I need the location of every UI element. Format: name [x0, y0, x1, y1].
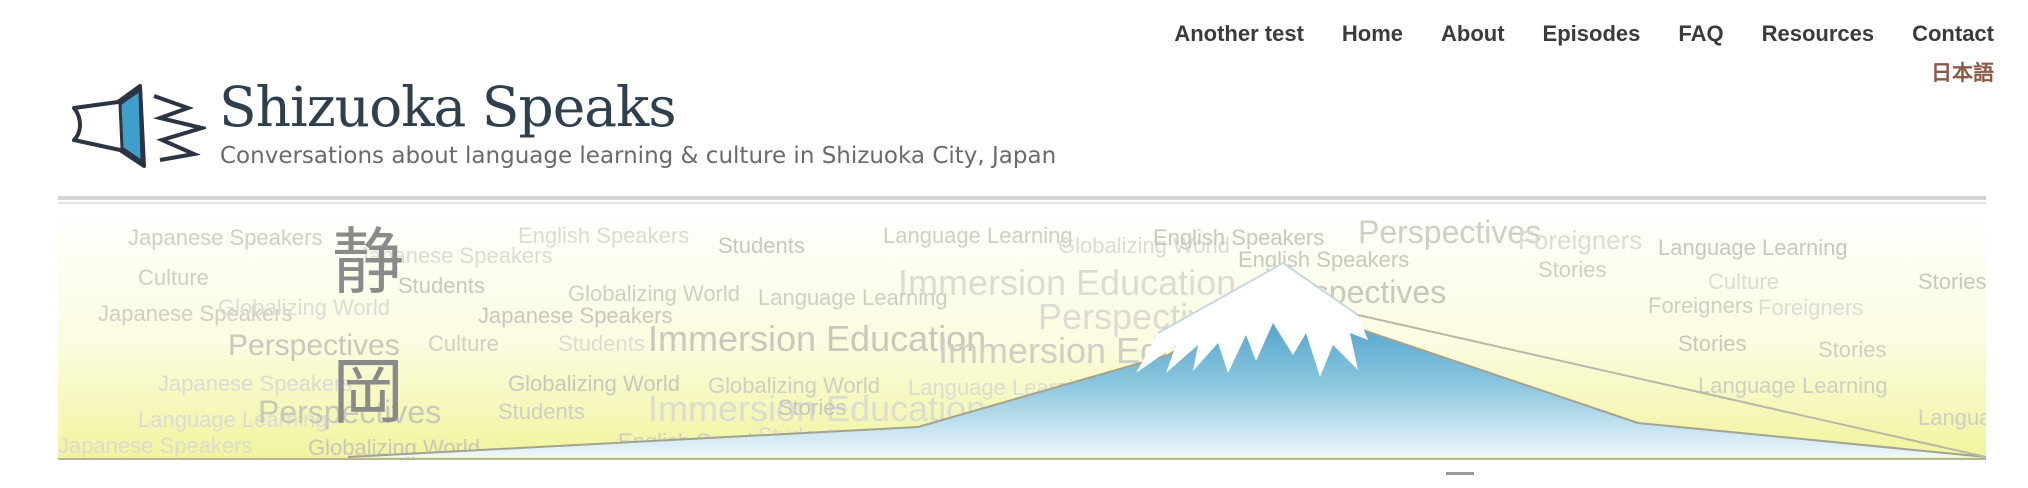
language-switch-link[interactable]: 日本語: [1931, 57, 1994, 87]
banner-word: Students: [398, 273, 485, 298]
nav-item-about[interactable]: About: [1441, 18, 1505, 50]
banner-word: Language Learning: [1698, 373, 1888, 398]
banner-word: Students: [558, 331, 645, 356]
banner-word: Immersion Education: [648, 318, 986, 359]
banner-word: Language Learning: [1918, 405, 1986, 430]
banner-kanji-1: 静: [332, 220, 404, 304]
banner-word: Stories: [1678, 331, 1746, 356]
banner-word: Language Learning: [883, 223, 1073, 248]
banner-word: Japanese Speakers: [158, 371, 352, 396]
header-divider-secondary: [58, 202, 1986, 204]
banner-word: Culture: [138, 265, 209, 290]
scroll-indicator: [1446, 472, 1474, 475]
nav-item-home[interactable]: Home: [1342, 18, 1403, 50]
header-banner: Japanese Speakers English Speakers Student…: [58, 205, 1986, 460]
banner-word: Foreigners: [1648, 293, 1753, 318]
banner-word: Foreigners: [1518, 225, 1642, 255]
banner-word: Japanese Speakers: [58, 433, 252, 458]
banner-word: Stories: [1918, 269, 1986, 294]
header-divider: [58, 196, 1986, 200]
banner-word: English Speakers: [1238, 247, 1409, 272]
nav-item-another-test[interactable]: Another test: [1174, 18, 1304, 50]
site-tagline: Conversations about language learning & …: [220, 143, 1057, 169]
nav-item-episodes[interactable]: Episodes: [1543, 18, 1641, 50]
banner-word: Language Learning: [1658, 235, 1848, 260]
main-nav: Another test Home About Episodes FAQ Res…: [1136, 18, 1994, 50]
banner-word: Culture: [428, 331, 499, 356]
nav-item-resources[interactable]: Resources: [1762, 18, 1875, 50]
banner-word: Stories: [1538, 257, 1606, 282]
banner-word: Students: [718, 233, 805, 258]
banner-word: Language Learning: [758, 285, 948, 310]
site-title[interactable]: Shizuoka Speaks: [219, 74, 677, 140]
megaphone-icon[interactable]: [70, 82, 210, 170]
nav-item-contact[interactable]: Contact: [1912, 18, 1994, 50]
nav-item-faq[interactable]: FAQ: [1678, 18, 1723, 50]
banner-word: Students: [498, 399, 585, 424]
banner-word: Culture: [1708, 269, 1779, 294]
banner-word: Foreigners: [1758, 295, 1863, 320]
banner-word: Stories: [1818, 337, 1886, 362]
banner-word: Japanese Speakers: [128, 225, 322, 250]
banner-kanji-2: 岡: [332, 350, 404, 434]
banner-word: Stories: [778, 395, 846, 420]
banner-word: Perspectives: [1358, 214, 1541, 250]
banner-word: Japanese Speakers: [478, 303, 672, 328]
